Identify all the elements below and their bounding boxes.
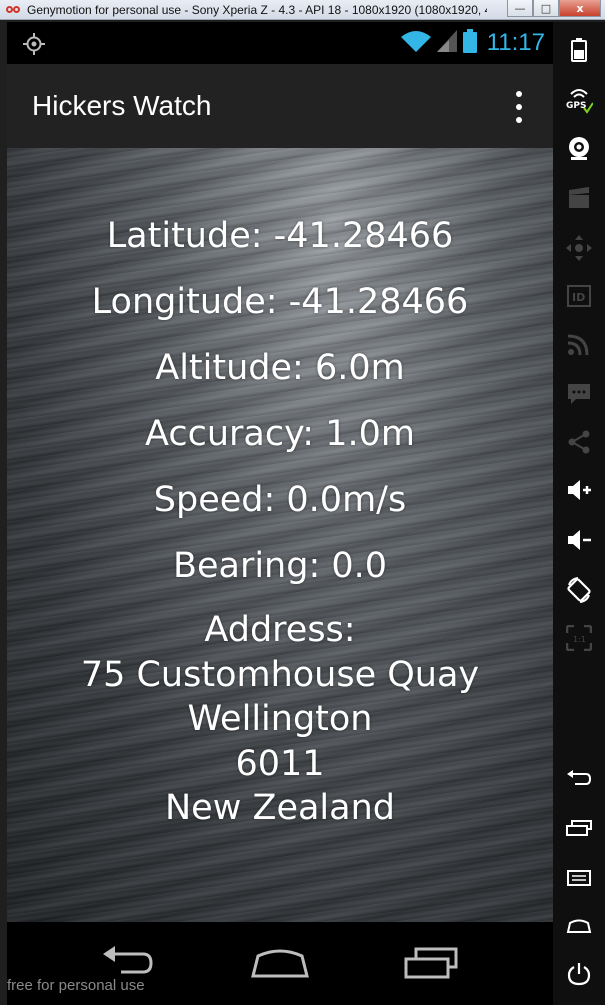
window-title: Genymotion for personal use - Sony Xperi…: [27, 2, 487, 17]
bearing-text: Bearing: 0.0: [172, 546, 388, 586]
svg-text:1:1: 1:1: [573, 635, 586, 644]
address-block: Address: 75 Customhouse Quay Wellington …: [7, 608, 553, 831]
rotate-icon[interactable]: [563, 574, 595, 606]
volume-down-icon[interactable]: [563, 524, 595, 556]
location-panel: Latitude: -41.28466 Longitude: -41.28466…: [7, 148, 553, 922]
battery-tool-icon[interactable]: [563, 34, 595, 66]
accuracy-text: Accuracy: 1.0m: [145, 414, 415, 454]
action-bar: Hickers Watch: [7, 64, 553, 148]
address-label: Address:: [204, 610, 356, 650]
altitude-text: Altitude: 6.0m: [155, 348, 405, 388]
status-clock: 11:17: [486, 29, 545, 56]
volume-up-icon[interactable]: [563, 474, 595, 506]
power-icon[interactable]: [563, 958, 595, 990]
home-tool-icon[interactable]: [563, 910, 595, 942]
maximize-button[interactable]: □: [533, 0, 559, 17]
longitude-text: Longitude: -41.28466: [91, 282, 469, 322]
video-capture-icon[interactable]: [563, 182, 595, 214]
signal-icon: [436, 30, 457, 56]
home-icon[interactable]: [250, 938, 310, 988]
address-line: Wellington: [187, 699, 373, 739]
menu-tool-icon[interactable]: [563, 862, 595, 894]
recent-tool-icon[interactable]: [563, 812, 595, 844]
device-screen: 11:17 Hickers Watch Latitude: -41.28466 …: [7, 22, 553, 1005]
svg-text:ID: ID: [572, 291, 585, 304]
svg-text:GPS: GPS: [566, 101, 586, 111]
address-line: 6011: [235, 743, 325, 784]
device-id-icon[interactable]: ID: [563, 280, 595, 312]
rss-icon[interactable]: [563, 328, 595, 360]
genymotion-logo-icon: [6, 4, 22, 16]
sms-icon[interactable]: [563, 378, 595, 410]
latitude-text: Latitude: -41.28466: [106, 216, 454, 256]
back-tool-icon[interactable]: [563, 762, 595, 794]
app-title: Hickers Watch: [32, 90, 212, 121]
watermark-text: free for personal use: [7, 977, 145, 994]
close-button[interactable]: x: [559, 0, 601, 17]
wifi-icon: [400, 30, 431, 56]
scale-icon[interactable]: 1:1: [563, 622, 595, 654]
battery-icon: [462, 29, 477, 57]
camera-tool-icon[interactable]: [563, 132, 595, 164]
recent-apps-icon[interactable]: [401, 938, 461, 988]
share-icon[interactable]: [563, 426, 595, 458]
minimize-button[interactable]: —: [507, 0, 533, 17]
address-line: 75 Customhouse Quay: [80, 654, 480, 695]
window-title-bar: Genymotion for personal use - Sony Xperi…: [0, 0, 605, 20]
gps-tool-icon[interactable]: GPS: [563, 84, 595, 116]
speed-text: Speed: 0.0m/s: [153, 480, 407, 520]
dpad-icon[interactable]: [563, 232, 595, 264]
overflow-menu-icon[interactable]: [509, 91, 529, 123]
window-controls: — □ x: [507, 0, 601, 17]
emulator-toolbar: GPS ID 1:1: [553, 22, 605, 1005]
status-bar: 11:17: [7, 22, 553, 64]
address-line: New Zealand: [165, 788, 395, 828]
gps-icon: [23, 33, 45, 55]
